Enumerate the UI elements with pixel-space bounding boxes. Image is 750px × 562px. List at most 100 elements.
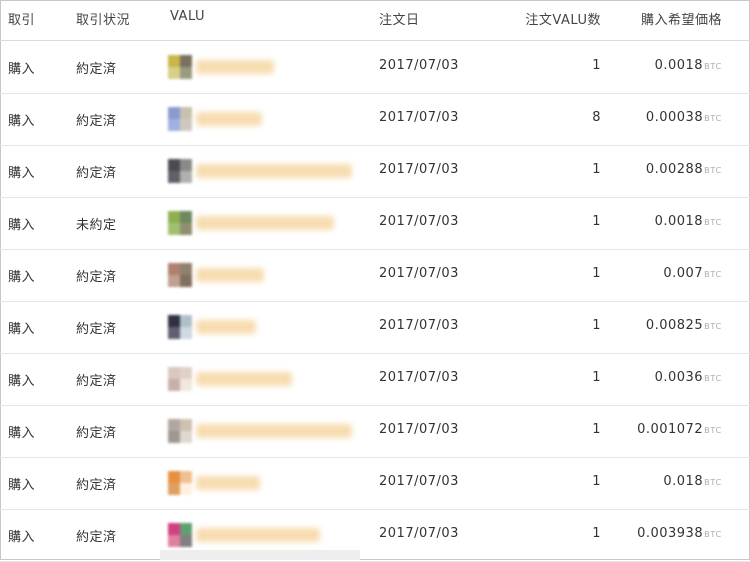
trade-status: 約定済 xyxy=(76,426,117,441)
valu-avatar[interactable] xyxy=(168,367,192,391)
valu-name-blurred[interactable] xyxy=(196,476,260,490)
btc-unit: BTC xyxy=(704,530,722,539)
valu-name-blurred[interactable] xyxy=(196,372,292,386)
header-price: 購入希望価格 xyxy=(640,13,722,28)
valu-avatar[interactable] xyxy=(168,419,192,443)
bid-price: 0.007BTC xyxy=(663,266,722,281)
bid-price: 0.001072BTC xyxy=(637,422,722,437)
table-row[interactable]: 購入 約定済 2017/07/03 1 0.001072BTC xyxy=(0,405,750,458)
order-qty: 1 xyxy=(592,526,601,541)
btc-unit: BTC xyxy=(704,166,722,175)
table-row[interactable]: 購入 約定済 2017/07/03 1 0.00288BTC xyxy=(0,145,750,198)
table-row[interactable]: 購入 約定済 2017/07/03 8 0.00038BTC xyxy=(0,93,750,146)
btc-unit: BTC xyxy=(704,218,722,227)
valu-name-blurred[interactable] xyxy=(196,528,320,542)
order-qty: 1 xyxy=(592,422,601,437)
order-qty: 1 xyxy=(592,318,601,333)
trade-status: 約定済 xyxy=(76,270,117,285)
order-qty: 1 xyxy=(592,474,601,489)
order-qty: 1 xyxy=(592,162,601,177)
table-row[interactable]: 購入 約定済 2017/07/03 1 0.007BTC xyxy=(0,249,750,302)
table-row[interactable]: 購入 約定済 2017/07/03 1 0.003938BTC xyxy=(0,509,750,562)
bid-price-value: 0.001072 xyxy=(637,422,704,437)
valu-name-blurred[interactable] xyxy=(196,164,352,178)
trade-type: 購入 xyxy=(8,426,36,441)
bid-price-value: 0.003938 xyxy=(637,526,704,541)
trade-status: 約定済 xyxy=(76,114,117,129)
order-qty: 1 xyxy=(592,370,601,385)
valu-name-blurred[interactable] xyxy=(196,60,274,74)
bid-price-value: 0.0018 xyxy=(654,58,704,73)
trade-status: 約定済 xyxy=(76,374,117,389)
btc-unit: BTC xyxy=(704,322,722,331)
trade-type: 購入 xyxy=(8,270,36,285)
header-status: 取引状況 xyxy=(76,13,131,28)
order-date: 2017/07/03 xyxy=(379,58,459,73)
table-row[interactable]: 購入 約定済 2017/07/03 1 0.0036BTC xyxy=(0,353,750,406)
header-date: 注文日 xyxy=(379,13,420,28)
trade-type: 購入 xyxy=(8,218,36,233)
header-valu: VALU xyxy=(170,9,206,24)
bid-price: 0.0036BTC xyxy=(655,370,722,385)
valu-name-blurred[interactable] xyxy=(196,320,256,334)
bid-price: 0.00288BTC xyxy=(646,162,722,177)
valu-avatar[interactable] xyxy=(168,159,192,183)
trade-status: 約定済 xyxy=(76,530,117,545)
btc-unit: BTC xyxy=(704,478,722,487)
valu-avatar[interactable] xyxy=(168,55,192,79)
order-date: 2017/07/03 xyxy=(379,162,459,177)
order-qty: 1 xyxy=(592,58,601,73)
order-date: 2017/07/03 xyxy=(379,110,459,125)
order-qty: 1 xyxy=(592,214,601,229)
trade-status: 約定済 xyxy=(76,478,117,493)
valu-avatar[interactable] xyxy=(168,211,192,235)
order-date: 2017/07/03 xyxy=(379,214,459,229)
btc-unit: BTC xyxy=(704,270,722,279)
bid-price-value: 0.00825 xyxy=(645,318,704,333)
valu-name-blurred[interactable] xyxy=(196,268,264,282)
trade-type: 購入 xyxy=(8,322,36,337)
bid-price: 0.0018BTC xyxy=(655,58,722,73)
order-date: 2017/07/03 xyxy=(379,526,459,541)
trade-status: 約定済 xyxy=(76,166,117,181)
valu-avatar[interactable] xyxy=(168,523,192,547)
trade-status: 未約定 xyxy=(76,218,117,233)
bid-price-value: 0.00288 xyxy=(645,162,704,177)
bid-price: 0.018BTC xyxy=(663,474,722,489)
bid-price-value: 0.018 xyxy=(663,474,704,489)
trade-status: 約定済 xyxy=(76,322,117,337)
trade-type: 購入 xyxy=(8,374,36,389)
btc-unit: BTC xyxy=(704,426,722,435)
table-row[interactable]: 購入 約定済 2017/07/03 1 0.00825BTC xyxy=(0,301,750,354)
trade-type: 購入 xyxy=(8,62,36,77)
btc-unit: BTC xyxy=(704,62,722,71)
table-header: 取引 取引状況 VALU 注文日 注文VALU数 購入希望価格 xyxy=(0,0,750,41)
trade-status: 約定済 xyxy=(76,62,117,77)
trade-type: 購入 xyxy=(8,166,36,181)
order-date: 2017/07/03 xyxy=(379,318,459,333)
bid-price: 0.0018BTC xyxy=(655,214,722,229)
bid-price-value: 0.007 xyxy=(663,266,704,281)
order-qty: 8 xyxy=(592,110,601,125)
order-date: 2017/07/03 xyxy=(379,370,459,385)
horizontal-scrollbar[interactable] xyxy=(160,550,360,560)
valu-avatar[interactable] xyxy=(168,107,192,131)
valu-avatar[interactable] xyxy=(168,471,192,495)
header-torihiki: 取引 xyxy=(8,13,36,28)
valu-name-blurred[interactable] xyxy=(196,216,334,230)
bid-price-value: 0.00038 xyxy=(645,110,704,125)
table-row[interactable]: 購入 約定済 2017/07/03 1 0.018BTC xyxy=(0,457,750,510)
bid-price: 0.003938BTC xyxy=(637,526,722,541)
bid-price-value: 0.0018 xyxy=(654,214,704,229)
valu-avatar[interactable] xyxy=(168,315,192,339)
valu-name-blurred[interactable] xyxy=(196,112,262,126)
table-row[interactable]: 購入 約定済 2017/07/03 1 0.0018BTC xyxy=(0,41,750,94)
btc-unit: BTC xyxy=(704,114,722,123)
trade-type: 購入 xyxy=(8,530,36,545)
valu-avatar[interactable] xyxy=(168,263,192,287)
table-row[interactable]: 購入 未約定 2017/07/03 1 0.0018BTC xyxy=(0,197,750,250)
order-date: 2017/07/03 xyxy=(379,266,459,281)
trade-type: 購入 xyxy=(8,114,36,129)
valu-name-blurred[interactable] xyxy=(196,424,352,438)
btc-unit: BTC xyxy=(704,374,722,383)
